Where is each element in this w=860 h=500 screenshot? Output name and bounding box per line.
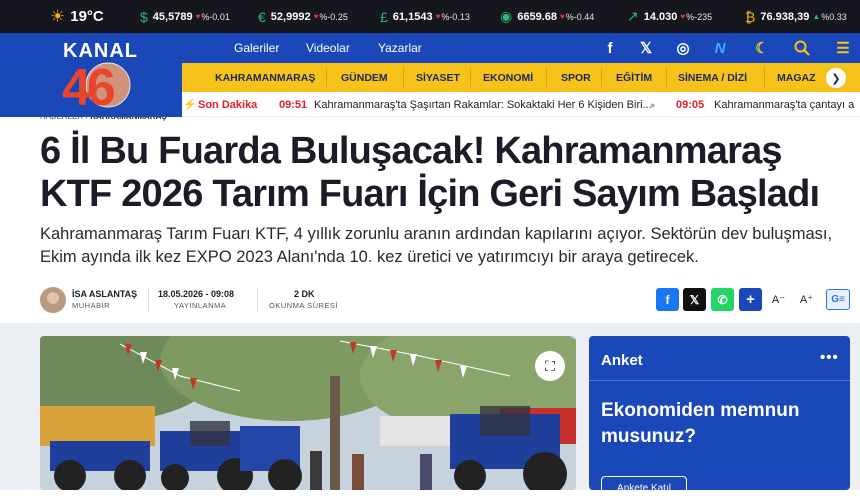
ticker-value: 45,5789 — [152, 10, 193, 23]
category-kahramanmaras[interactable]: KAHRAMANMARAŞ — [215, 63, 315, 92]
ticker-item-bist[interactable]: ↗ 14.030 ♥ %-235 — [627, 0, 712, 33]
ticker-change: %-0.44 — [565, 11, 595, 22]
breaking-time: 09:51 — [279, 98, 308, 111]
ticker-change: %-0.25 — [319, 11, 348, 22]
poll-divider — [589, 380, 850, 381]
weather-widget: ☀ 19°C — [50, 0, 107, 33]
ticker-change: %-0.01 — [201, 11, 230, 22]
share-whatsapp-button[interactable]: ✆ — [711, 288, 734, 311]
sun-icon: ☀ — [50, 6, 66, 26]
more-options-icon[interactable]: ••• — [820, 349, 839, 366]
facebook-icon[interactable]: f — [599, 33, 621, 63]
share-more-button[interactable]: + — [739, 288, 762, 311]
author-name[interactable]: İSA ASLANTAŞ — [72, 289, 137, 299]
bitcoin-icon: ₿ — [745, 8, 756, 25]
category-divider — [546, 68, 547, 87]
ticker-item-gold[interactable]: ◉ 6659.68 ♥ %-0.44 — [500, 0, 594, 33]
down-arrow-icon: ♥ — [313, 12, 319, 21]
ticker-item-gbp[interactable]: £ 61,1543 ♥ %-0.13 — [380, 0, 470, 33]
ticker-change: %0.33 — [821, 11, 847, 22]
search-icon[interactable] — [791, 33, 813, 63]
ticker-change: %-0.13 — [441, 11, 470, 22]
euro-icon: € — [258, 8, 266, 25]
font-smaller-button[interactable]: A⁻ — [767, 288, 790, 311]
expand-fullscreen-icon[interactable]: ⛶ — [535, 351, 565, 381]
author-avatar[interactable] — [40, 287, 66, 313]
chevron-right-icon[interactable]: ❯ — [826, 68, 846, 88]
breaking-headline[interactable]: Kahramanmaraş'ta Şaşırtan Rakamlar: Soka… — [314, 92, 652, 117]
up-arrow-icon: ▲ — [812, 12, 821, 21]
breaking-headline[interactable]: Kahramanmaraş'ta çantayı a — [714, 92, 854, 117]
poll-join-button[interactable]: Ankete Katıl — [601, 476, 687, 500]
weather-temp: 19°C — [70, 8, 104, 25]
category-sinema-dizi[interactable]: SİNEMA / DİZİ — [678, 63, 747, 92]
share-x-button[interactable]: 𝕏 — [683, 288, 706, 311]
breaking-dot: ● — [650, 99, 656, 110]
instagram-icon[interactable]: ◎ — [672, 33, 694, 63]
menu-hamburger-icon[interactable]: ☰ — [832, 33, 854, 63]
category-divider — [666, 68, 667, 87]
x-twitter-icon[interactable]: 𝕏 — [635, 33, 657, 63]
down-arrow-icon: ♥ — [195, 12, 201, 21]
article-title: 6 İl Bu Fuarda Buluşacak! Kahramanmaraş … — [40, 130, 820, 215]
category-magazin[interactable]: MAGAZ — [777, 63, 816, 92]
down-arrow-icon: ♥ — [435, 12, 441, 21]
author-role: MUHABİR — [72, 301, 111, 310]
ticker-value: 76.938,39 — [760, 10, 810, 23]
svg-text:46: 46 — [62, 59, 115, 113]
share-facebook-button[interactable]: f — [656, 288, 679, 311]
nav-link-videolar[interactable]: Videolar — [306, 41, 350, 55]
breaking-time: 09:05 — [676, 98, 705, 111]
chart-icon: ↗ — [627, 8, 639, 24]
article-spot: Kahramanmaraş Tarım Fuarı KTF, 4 yıllık … — [40, 225, 833, 266]
google-news-follow-button[interactable]: G≡ — [826, 289, 850, 310]
category-gundem[interactable]: GÜNDEM — [341, 63, 388, 92]
poll-question: Ekonomiden memnun musunuz? — [601, 400, 800, 447]
category-divider — [764, 68, 765, 87]
category-spor[interactable]: SPOR — [561, 63, 591, 92]
down-arrow-icon: ♥ — [559, 12, 565, 21]
ticker-item-eur[interactable]: € 52,9992 ♥ %-0.25 — [258, 0, 348, 33]
down-arrow-icon: ♥ — [680, 12, 686, 21]
pound-icon: £ — [380, 8, 388, 25]
google-news-icon[interactable]: N — [709, 33, 731, 63]
category-divider — [403, 68, 404, 87]
font-larger-button[interactable]: A⁺ — [795, 288, 818, 311]
category-egitim[interactable]: EĞİTİM — [616, 63, 652, 92]
breaking-bolt-icon: ⚡ — [183, 99, 197, 111]
logo-number-mark[interactable]: 46 — [62, 55, 140, 118]
market-ticker-bar: ☀ 19°C $ 45,5789 ♥ %-0.01 € 52,9992 ♥ %-… — [0, 0, 860, 33]
poll-title: Anket — [601, 352, 643, 369]
category-siyaset[interactable]: SİYASET — [416, 63, 460, 92]
ticker-item-btc[interactable]: ₿ 76.938,39 ▲ %0.33 — [745, 0, 847, 33]
ticker-value: 6659.68 — [517, 10, 557, 23]
category-divider — [470, 68, 471, 87]
ticker-value: 14.030 — [643, 10, 678, 23]
nav-link-galeriler[interactable]: Galeriler — [234, 41, 279, 55]
ticker-change: %-235 — [686, 11, 713, 22]
nav-link-yazarlar[interactable]: Yazarlar — [378, 41, 422, 55]
ticker-value: 52,9992 — [270, 10, 311, 23]
reading-time-label: OKUNMA SÜRESİ — [269, 301, 339, 310]
publish-date: 18.05.2026 - 09:08 — [158, 289, 235, 299]
gold-icon: ◉ — [500, 8, 513, 24]
category-divider — [601, 68, 602, 87]
breaking-label: Son Dakika — [198, 98, 258, 111]
ticker-value: 61,1543 — [392, 10, 433, 23]
ticker-item-usd[interactable]: $ 45,5789 ♥ %-0.01 — [140, 0, 230, 33]
dollar-icon: $ — [140, 8, 148, 25]
meta-divider — [148, 288, 149, 312]
article-main-image[interactable] — [40, 336, 576, 490]
meta-divider — [257, 288, 258, 312]
category-ekonomi[interactable]: EKONOMİ — [483, 63, 533, 92]
category-divider — [326, 68, 327, 87]
reading-time: 2 DK — [294, 289, 315, 299]
publish-date-label: YAYINLANMA — [174, 301, 227, 310]
dark-mode-moon-icon[interactable]: ☾ — [751, 33, 773, 63]
